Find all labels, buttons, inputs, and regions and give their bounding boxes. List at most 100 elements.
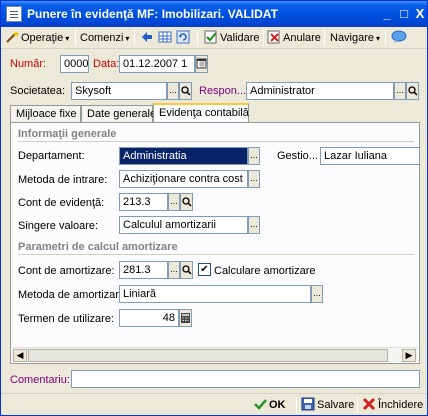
checkmark-icon — [253, 397, 267, 411]
toolbar-separator — [385, 30, 386, 46]
anulare-button[interactable]: Anulare — [267, 30, 321, 46]
metoda-amort-browse-button[interactable]: ... — [311, 285, 323, 303]
toolbar-separator — [263, 30, 264, 46]
scroll-thumb[interactable] — [28, 349, 388, 362]
search-icon — [182, 265, 192, 275]
calendar-icon — [196, 58, 207, 69]
numar-label: Număr: — [10, 58, 47, 70]
termen-field[interactable]: 48 — [119, 309, 179, 327]
ellipsis-icon: ... — [170, 264, 178, 274]
validare-label: Validare — [220, 32, 260, 44]
societatea-label: Societatea: — [10, 85, 66, 97]
ellipsis-icon: ... — [250, 219, 258, 229]
horizontal-scrollbar[interactable]: ◀ ▶ — [12, 347, 418, 362]
ellipsis-icon: ... — [396, 85, 404, 95]
departament-browse-button[interactable]: ... — [248, 147, 260, 165]
singere-field[interactable]: Calculul amortizarii — [119, 216, 248, 234]
tab-mijloace-fixe[interactable]: Mijloace fixe — [10, 105, 81, 122]
responsabil-field[interactable]: Administrator — [246, 82, 394, 100]
metoda-intrare-field[interactable]: Achiziţionare contra cost — [119, 170, 248, 188]
navigare-label: Navigare — [330, 32, 375, 44]
toolbar-separator — [75, 30, 76, 46]
dialog-window: Punere în evidenţă MF: Imobilizari. VALI… — [0, 0, 428, 416]
anulare-label: Anulare — [283, 32, 321, 44]
operatie-menu[interactable]: Operaţie ▾ — [5, 30, 69, 46]
ellipsis-icon: ... — [313, 288, 321, 298]
validare-button[interactable]: Validare — [204, 30, 260, 46]
tab-evidenta-contabila[interactable]: Evidenţa contabilă — [153, 103, 249, 123]
societatea-search-button[interactable] — [179, 82, 192, 100]
societatea-field[interactable]: Skysoft — [71, 82, 167, 100]
comentariu-label: Comentariu: — [10, 374, 70, 386]
chat-bubble-icon — [391, 30, 407, 44]
termen-calc-button[interactable] — [179, 309, 192, 327]
search-icon — [408, 86, 418, 96]
cont-amort-browse-button[interactable]: ... — [168, 261, 180, 279]
wand-icon — [5, 30, 19, 44]
cont-amort-label: Cont de amortizare: — [18, 265, 115, 277]
info-section-title: Informaţii generale — [18, 128, 117, 140]
metoda-amort-field[interactable]: Liniară — [119, 285, 311, 303]
toolbar-separator — [324, 30, 325, 46]
title-bar[interactable]: Punere în evidenţă MF: Imobilizari. VALI… — [1, 1, 427, 27]
toolbar-separator — [197, 30, 198, 46]
societatea-browse-button[interactable]: ... — [167, 82, 179, 100]
comenzi-label: Comenzi — [80, 32, 124, 44]
calcul-amort-label: Calculare amortizare — [214, 265, 316, 277]
inchidere-button[interactable]: Închidere — [362, 397, 423, 413]
ellipsis-icon: ... — [170, 196, 178, 206]
help-button[interactable] — [391, 30, 409, 46]
gestiune-field[interactable]: Lazar Iuliana — [320, 147, 420, 165]
metoda-intrare-browse-button[interactable]: ... — [248, 170, 260, 188]
cont-amort-search-button[interactable] — [180, 261, 193, 279]
section-divider — [18, 254, 414, 255]
arrow-left-icon — [140, 30, 154, 44]
data-field[interactable]: 01.12.2007 1 — [119, 55, 195, 73]
toolbar-separator — [357, 397, 358, 413]
metoda-intrare-label: Metoda de intrare: — [18, 174, 108, 186]
navigare-menu[interactable]: Navigare ▾ — [330, 30, 380, 46]
ok-button[interactable]: OK — [253, 397, 286, 413]
chevron-down-icon: ▾ — [65, 34, 70, 43]
close-button[interactable]: X — [412, 6, 428, 22]
operatie-label: Operaţie — [21, 32, 64, 44]
calcul-amort-checkbox[interactable]: ✔ — [198, 263, 211, 276]
save-icon — [301, 397, 315, 411]
singere-label: Singere valoare: — [18, 220, 99, 232]
cont-evidenta-search-button[interactable] — [180, 193, 193, 211]
cont-evidenta-label: Cont de evidenţă: — [18, 197, 105, 209]
refresh-icon — [176, 30, 190, 44]
comentariu-field[interactable] — [71, 370, 420, 388]
termen-label: Termen de utilizare: — [18, 313, 114, 325]
chevron-down-icon: ▾ — [125, 34, 130, 43]
cont-evidenta-field[interactable]: 213.3 — [119, 193, 168, 211]
refresh-button[interactable] — [176, 30, 192, 46]
toolbar-separator — [134, 30, 135, 46]
toolbar-separator — [296, 397, 297, 413]
scroll-right-button[interactable]: ▶ — [402, 349, 416, 362]
grid-view-button[interactable] — [158, 30, 174, 46]
tab-date-generale[interactable]: Date generale — [81, 105, 156, 122]
responsabil-browse-button[interactable]: ... — [394, 82, 406, 100]
ok-label: OK — [269, 399, 286, 411]
responsabil-search-button[interactable] — [406, 82, 419, 100]
chevron-down-icon: ▾ — [376, 34, 381, 43]
check-icon: ✔ — [200, 264, 209, 275]
maximize-button[interactable]: □ — [396, 6, 412, 22]
scroll-left-button[interactable]: ◀ — [13, 349, 27, 362]
numar-field[interactable]: 0000 — [60, 55, 89, 73]
singere-browse-button[interactable]: ... — [248, 216, 260, 234]
gestiune-label: Gestio... — [277, 150, 318, 162]
cont-evidenta-browse-button[interactable]: ... — [168, 193, 180, 211]
arrow-right-icon: ▶ — [405, 350, 413, 360]
calendar-button[interactable] — [195, 55, 208, 73]
comenzi-menu[interactable]: Comenzi ▾ — [80, 30, 129, 46]
cont-amort-field[interactable]: 281.3 — [119, 261, 168, 279]
move-left-button[interactable] — [140, 30, 156, 46]
grid-icon — [158, 30, 172, 44]
search-icon — [182, 197, 192, 207]
validate-icon — [204, 30, 218, 44]
salvare-button[interactable]: Salvare — [301, 397, 354, 413]
departament-field[interactable]: Administratia — [119, 147, 248, 165]
minimize-button[interactable]: _ — [379, 6, 395, 22]
